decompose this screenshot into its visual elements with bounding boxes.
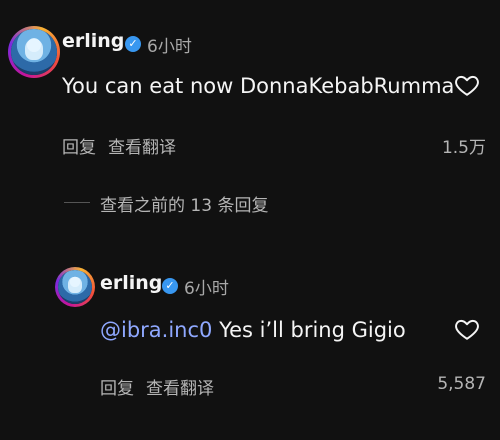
- reply-time: 6小时: [184, 279, 229, 299]
- avatar[interactable]: [55, 267, 95, 307]
- mention-link[interactable]: @ibra.inc0: [100, 318, 212, 342]
- avatar[interactable]: [8, 26, 60, 78]
- reply-text: @ibra.inc0 Yes i’ll bring Gigio: [100, 318, 406, 342]
- like-count: 5,587: [437, 374, 486, 394]
- view-previous-replies-button[interactable]: 查看之前的 13 条回复: [100, 191, 268, 216]
- reply-username[interactable]: erling: [100, 272, 162, 294]
- like-heart-icon[interactable]: [454, 316, 480, 342]
- reply-button[interactable]: 回复: [62, 133, 96, 158]
- comment-thread: erling ✓ 6小时 You can eat now DonnaKebabR…: [0, 0, 500, 440]
- translate-button[interactable]: 查看翻译: [146, 374, 214, 399]
- thread-divider: [64, 202, 90, 203]
- verified-icon: ✓: [125, 36, 141, 52]
- reply-text-body: Yes i’ll bring Gigio: [212, 318, 406, 342]
- comment-username[interactable]: erling: [62, 30, 124, 52]
- avatar-photo: [58, 270, 92, 304]
- comment-time: 6小时: [147, 37, 192, 57]
- like-heart-icon[interactable]: [454, 72, 480, 98]
- verified-icon: ✓: [162, 278, 178, 294]
- translate-button[interactable]: 查看翻译: [108, 133, 176, 158]
- avatar-photo: [11, 29, 57, 75]
- comment-text: You can eat now DonnaKebabRumma: [62, 74, 455, 98]
- like-count: 1.5万: [441, 138, 486, 158]
- reply-button[interactable]: 回复: [100, 374, 134, 399]
